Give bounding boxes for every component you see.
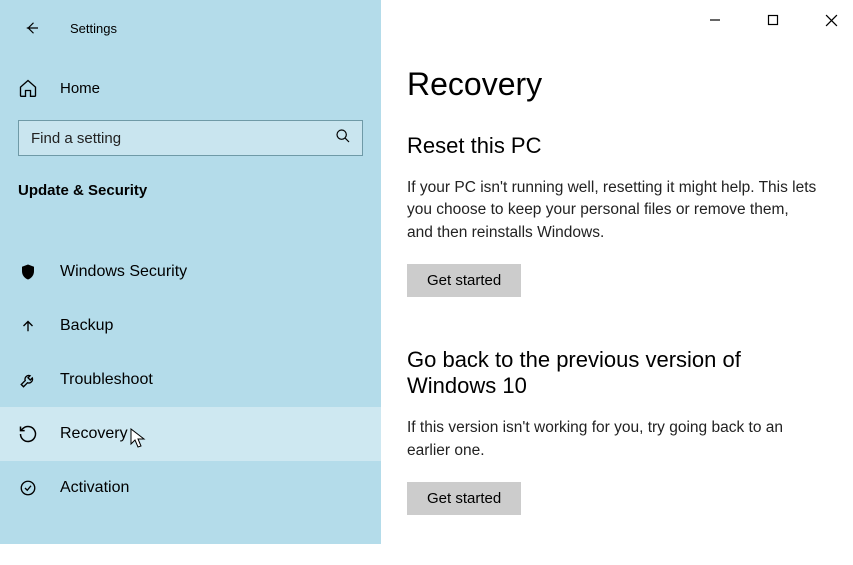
minimize-icon <box>709 14 721 26</box>
titlebar: Settings <box>0 8 381 48</box>
reset-get-started-button[interactable]: Get started <box>407 264 521 297</box>
minimize-button[interactable] <box>699 6 731 34</box>
sidebar-item-windows-security[interactable]: Windows Security <box>0 245 381 299</box>
window-title: Settings <box>70 21 117 36</box>
activation-icon <box>18 478 38 498</box>
search-wrap <box>18 120 363 156</box>
recovery-icon <box>18 424 38 444</box>
content-pane: Recovery Reset this PC If your PC isn't … <box>381 0 853 544</box>
sidebar-item-recovery[interactable]: Recovery <box>0 407 381 461</box>
category-heading: Update & Security <box>0 178 381 199</box>
sidebar-item-activation[interactable]: Activation <box>0 461 381 515</box>
settings-sidebar: Settings Home Update & Security Windows … <box>0 0 381 544</box>
back-arrow-icon <box>23 19 41 37</box>
backup-icon <box>18 316 38 336</box>
home-row[interactable]: Home <box>0 66 381 110</box>
section-desc-goback: If this version isn't working for you, t… <box>407 417 817 462</box>
window-controls <box>699 6 847 34</box>
sidebar-item-label: Windows Security <box>60 263 187 281</box>
maximize-button[interactable] <box>757 6 789 34</box>
sidebar-item-label: Activation <box>60 479 129 497</box>
troubleshoot-icon <box>18 370 38 390</box>
goback-get-started-button[interactable]: Get started <box>407 482 521 515</box>
section-title-goback: Go back to the previous version of Windo… <box>407 347 817 399</box>
page-heading: Recovery <box>407 66 817 103</box>
search-input[interactable] <box>18 120 363 156</box>
sidebar-item-label: Backup <box>60 317 113 335</box>
sidebar-item-troubleshoot[interactable]: Troubleshoot <box>0 353 381 407</box>
home-label: Home <box>60 80 100 97</box>
cursor-icon <box>130 428 146 448</box>
close-button[interactable] <box>815 6 847 34</box>
sidebar-item-backup[interactable]: Backup <box>0 299 381 353</box>
maximize-icon <box>767 14 779 26</box>
sidebar-item-label: Recovery <box>60 425 128 443</box>
close-icon <box>825 14 838 27</box>
section-desc-reset: If your PC isn't running well, resetting… <box>407 177 817 244</box>
back-button[interactable] <box>14 10 50 46</box>
sidebar-item-label: Troubleshoot <box>60 371 153 389</box>
shield-icon <box>18 262 38 282</box>
home-icon <box>18 78 38 98</box>
section-title-reset: Reset this PC <box>407 133 817 159</box>
